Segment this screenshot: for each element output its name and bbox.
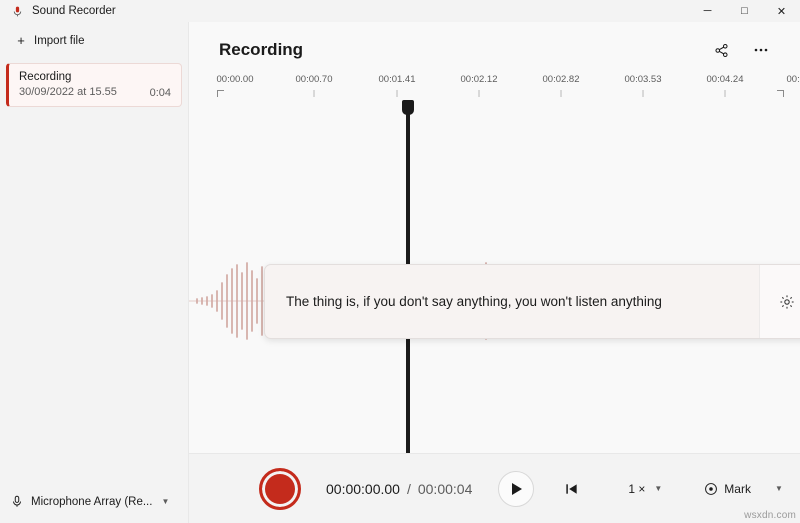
microphone-icon xyxy=(10,494,24,509)
transcript-bubble[interactable]: The thing is, if you don't say anything,… xyxy=(264,264,800,339)
timeline-tick-label: 00:00.70 xyxy=(295,74,333,85)
time-separator: / xyxy=(406,480,411,497)
maximize-button[interactable]: □ xyxy=(726,0,763,22)
transcript-text: The thing is, if you don't say anything,… xyxy=(286,293,662,309)
header-actions xyxy=(708,38,782,62)
window-title: Sound Recorder xyxy=(32,5,116,17)
title-bar: Sound Recorder ─ □ ✕ xyxy=(0,0,800,22)
timeline-tick-mark xyxy=(642,90,644,97)
timeline-tick-mark xyxy=(313,90,315,97)
timeline-tick: 00:03.53 xyxy=(624,74,662,97)
share-button[interactable] xyxy=(708,38,734,62)
more-options-button[interactable] xyxy=(748,38,774,62)
waveform-area[interactable]: The thing is, if you don't say anything,… xyxy=(189,100,800,463)
content-area: Recording 00:00.00 00:00.70 00:01.41 00:… xyxy=(189,22,800,523)
transcript-actions xyxy=(759,265,800,338)
playback-speed-control[interactable]: 1 × ▼ xyxy=(628,482,662,496)
gear-icon xyxy=(779,294,794,309)
chevron-down-icon: ▼ xyxy=(161,497,170,506)
timeline-tick-label: 00:04.24 xyxy=(706,74,744,85)
mark-dropdown-button[interactable]: ▼ xyxy=(773,484,783,493)
more-options-icon xyxy=(754,48,768,52)
chevron-down-icon: ▼ xyxy=(774,484,783,493)
mark-label: Mark xyxy=(724,481,751,496)
recording-item-duration: 0:04 xyxy=(149,87,171,99)
timeline-start-bracket xyxy=(217,90,224,97)
app-body: + Import file Recording 30/09/2022 at 15… xyxy=(0,22,800,523)
import-row: + Import file xyxy=(0,22,188,57)
timeline-tick-label: 00:03.53 xyxy=(624,74,662,85)
audio-device-label: Microphone Array (Re... xyxy=(31,495,153,508)
window-controls: ─ □ ✕ xyxy=(689,0,800,22)
timeline-tick-label: 00:02.12 xyxy=(460,74,498,85)
chevron-down-icon: ▼ xyxy=(654,484,663,493)
share-icon xyxy=(714,43,728,57)
timeline-tick-label: 00:00.00 xyxy=(216,74,254,85)
recording-list-item[interactable]: Recording 30/09/2022 at 15.55 0:04 xyxy=(6,63,182,107)
import-file-button[interactable]: + Import file xyxy=(10,30,93,51)
timeline-tick-mark xyxy=(478,90,480,97)
microphone-icon xyxy=(10,4,24,18)
playback-speed-value: 1 × xyxy=(628,481,646,496)
marker-icon xyxy=(705,482,718,495)
mark-button[interactable]: Mark xyxy=(704,482,751,496)
timeline-tick-label: 00:04.94 xyxy=(786,74,800,85)
watermark: wsxdn.com xyxy=(744,510,796,521)
recording-item-date: 30/09/2022 at 15.55 xyxy=(19,86,117,98)
play-button[interactable] xyxy=(498,470,535,507)
current-time: 00:00:00.00 xyxy=(326,480,400,497)
timeline-tick-label: 00:01.41 xyxy=(378,74,416,85)
timeline-tick: 00:01.41 xyxy=(378,74,416,97)
transport-bar: 00:00:00.00 / 00:00:04 1 × ▼ Mark ▼ wsxd… xyxy=(189,453,800,523)
timeline-tick: 00:02.12 xyxy=(460,74,498,97)
timeline-tick: 00:00.00 xyxy=(217,74,254,85)
timeline-tick-mark xyxy=(724,90,726,97)
total-time: 00:00:04 xyxy=(417,480,473,497)
recording-item-title: Recording xyxy=(19,71,72,83)
page-title: Recording xyxy=(219,40,304,59)
play-icon xyxy=(511,482,522,495)
sidebar: + Import file Recording 30/09/2022 at 15… xyxy=(0,22,189,523)
timeline-tick: 00:00.70 xyxy=(295,74,333,97)
content-header: Recording xyxy=(189,22,800,68)
record-button[interactable] xyxy=(259,467,301,510)
transcript-settings-button[interactable] xyxy=(776,291,798,313)
timeline-tick: 00:02.82 xyxy=(542,74,580,97)
close-button[interactable]: ✕ xyxy=(763,0,800,22)
import-file-label: Import file xyxy=(34,34,85,47)
timeline-tick: 00:04.24 xyxy=(706,74,744,97)
audio-device-selector[interactable]: Microphone Array (Re... ▼ xyxy=(0,494,188,523)
timeline-tick-label: 00:02.82 xyxy=(542,74,580,85)
skip-to-start-icon xyxy=(566,483,577,494)
timeline-end-bracket xyxy=(777,90,784,97)
timeline-tick: 00:04.94 xyxy=(787,74,800,85)
minimize-button[interactable]: ─ xyxy=(689,0,726,22)
skip-to-start-button[interactable] xyxy=(558,476,584,502)
timeline-ruler[interactable]: 00:00.00 00:00.70 00:01.41 00:02.12 00:0… xyxy=(213,74,800,110)
plus-icon: + xyxy=(17,33,25,48)
timeline-tick-mark xyxy=(560,90,562,97)
timeline-tick-mark xyxy=(396,90,398,97)
